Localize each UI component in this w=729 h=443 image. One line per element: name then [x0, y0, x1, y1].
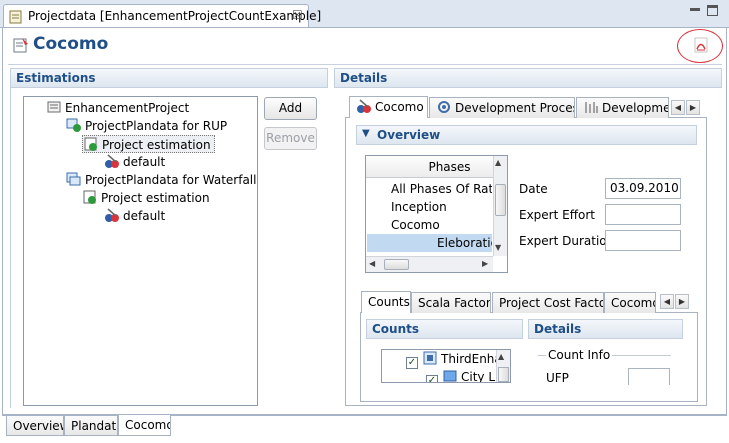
checkbox-checked[interactable]: ✓ — [406, 357, 418, 369]
default-scenario-icon — [104, 207, 120, 223]
counts-vertical-scrollbar[interactable]: ▲ — [496, 350, 510, 382]
form-title-icon — [12, 36, 30, 57]
cocomo-icon — [356, 98, 372, 114]
counts-header: Counts — [366, 319, 523, 339]
plandata-icon — [66, 171, 82, 187]
date-field[interactable]: 03.09.2010 — [605, 178, 681, 199]
phases-vertical-scrollbar[interactable]: ▲ ▼ — [493, 156, 507, 256]
details-header: Details — [334, 68, 722, 88]
project-icon — [46, 99, 62, 115]
tab-cocomo[interactable]: Cocomo — [349, 96, 428, 118]
component-icon — [422, 350, 438, 366]
vertical-scroll-thumb[interactable] — [495, 184, 506, 216]
ufp-field[interactable] — [628, 368, 670, 385]
subtab-project-cost-factor[interactable]: Project Cost Factor — [492, 292, 604, 313]
tree-node-plandata-rup[interactable]: ProjectPlandata for RUP — [66, 117, 227, 135]
vertical-scroll-thumb[interactable] — [498, 367, 509, 382]
developer-icon — [583, 99, 599, 115]
expert-effort-field[interactable] — [605, 204, 681, 225]
scroll-up-icon[interactable]: ▲ — [498, 352, 504, 361]
counts-item-thirdenha[interactable]: ✓ ThirdEnha — [406, 350, 502, 369]
phases-column-header[interactable]: Phases — [366, 156, 493, 178]
details-panel-header: Details — [528, 319, 683, 339]
tree-node-estimation-rup[interactable]: Project estimation — [82, 135, 215, 153]
subtab-counts[interactable]: Counts — [361, 291, 411, 313]
date-label: Date — [519, 182, 548, 196]
maximize-icon[interactable] — [707, 5, 718, 16]
tab-scroll-right-icon[interactable]: ▶ — [686, 100, 700, 115]
close-icon[interactable]: ☒ — [292, 8, 303, 22]
count-info-label: Count Info — [546, 348, 613, 362]
bottom-tab-plandata[interactable]: Plandata — [64, 416, 118, 436]
editor-tab-title: Projectdata [EnhancementProjectCountExam… — [28, 9, 322, 23]
estimation-icon — [83, 136, 99, 152]
checkbox-checked[interactable]: ✓ — [426, 375, 438, 382]
scroll-right-icon[interactable]: ▶ — [482, 259, 488, 268]
pdf-export-icon[interactable] — [693, 37, 709, 56]
editor-tab[interactable]: Projectdata [EnhancementProjectCountExam… — [3, 4, 321, 28]
subtab-scala-factors[interactable]: Scala Factors — [411, 292, 491, 313]
expert-effort-label: Expert Effort — [519, 208, 595, 222]
horizontal-scroll-thumb[interactable] — [384, 259, 409, 270]
bottom-tab-overview[interactable]: Overview — [6, 416, 64, 436]
scroll-down-icon[interactable]: ▼ — [495, 243, 501, 252]
default-scenario-icon — [104, 153, 120, 169]
scroll-up-icon[interactable]: ▲ — [495, 158, 501, 167]
form-title: Cocomo — [33, 34, 109, 54]
plandata-icon — [66, 117, 82, 133]
expert-duration-label: Expert Duration — [519, 234, 615, 248]
subtab-scroll-left-icon[interactable]: ◀ — [660, 294, 674, 309]
module-icon — [442, 368, 458, 382]
subtab-scroll-right-icon[interactable]: ▶ — [675, 294, 689, 309]
tree-node-default-rup[interactable]: default — [104, 153, 165, 171]
phases-horizontal-scrollbar[interactable]: ◀ ▶ — [366, 256, 493, 272]
tab-development-process[interactable]: Development Process — [429, 97, 575, 118]
minimize-icon[interactable] — [690, 8, 700, 11]
title-separator — [8, 64, 722, 65]
tree-node-estimation-waterfall[interactable]: Project estimation — [82, 189, 210, 207]
scroll-left-icon[interactable]: ◀ — [369, 259, 375, 268]
counts-item-city[interactable]: ✓ City L — [426, 368, 495, 382]
subtab-cocomo[interactable]: Cocomo — [604, 292, 656, 313]
bottom-tab-cocomo[interactable]: Cocomo — [118, 415, 171, 436]
phase-row-selected[interactable]: Eleboration — [367, 234, 492, 252]
phase-row[interactable]: Cocomo — [367, 216, 492, 234]
tree-node-default-waterfall[interactable]: default — [104, 207, 165, 225]
add-button[interactable]: Add — [264, 97, 317, 120]
expert-duration-field[interactable] — [605, 230, 681, 251]
ufp-label: UFP — [546, 371, 569, 385]
tree-node-project[interactable]: EnhancementProject — [46, 99, 189, 117]
collapse-icon: ▼ — [362, 128, 370, 139]
estimations-tree[interactable]: EnhancementProject ProjectPlandata for R… — [23, 96, 258, 406]
phases-table[interactable]: Phases All Phases Of Ratio Inception Coc… — [365, 155, 508, 273]
tree-node-plandata-waterfall[interactable]: ProjectPlandata for Waterfall — [66, 171, 256, 189]
projectdata-icon — [8, 9, 24, 28]
overview-header[interactable]: ▼ Overview — [356, 125, 697, 145]
remove-button[interactable]: Remove — [264, 127, 317, 150]
tab-scroll-left-icon[interactable]: ◀ — [671, 100, 685, 115]
phase-row[interactable]: Inception — [367, 198, 492, 216]
estimation-icon — [82, 189, 98, 205]
counts-tree[interactable]: ✓ ThirdEnha ✓ City L ▲ — [381, 349, 511, 383]
tab-developmer[interactable]: Developmer — [576, 97, 669, 118]
phase-row[interactable]: All Phases Of Ratio — [367, 180, 492, 198]
process-icon — [436, 99, 452, 115]
estimations-header: Estimations — [10, 68, 328, 88]
